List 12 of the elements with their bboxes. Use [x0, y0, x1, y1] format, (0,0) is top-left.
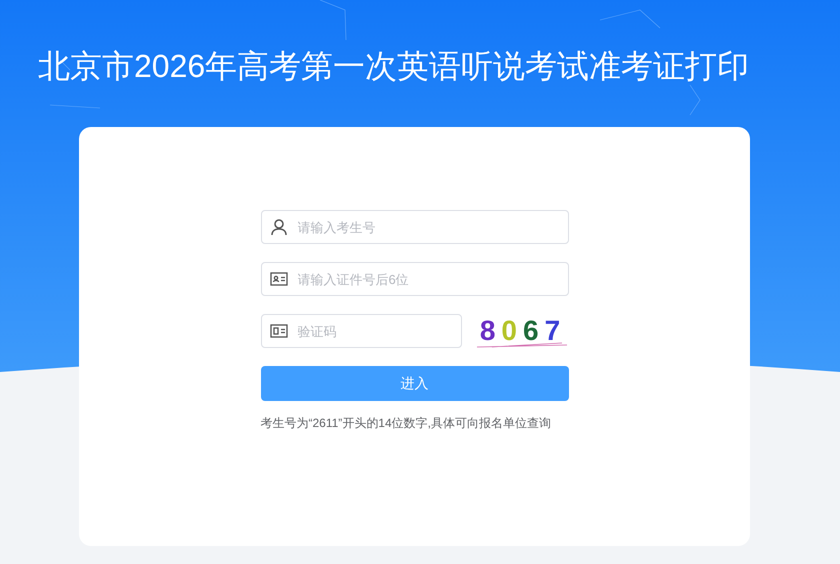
- user-icon: [270, 218, 288, 236]
- hint-text: 考生号为“2611”开头的14位数字,具体可向报名单位查询: [260, 415, 552, 432]
- input-field[interactable]: 请输入证件号后6位: [260, 262, 568, 296]
- input-field[interactable]: 请输入考生号: [260, 210, 568, 244]
- captcha-digit: 0: [501, 317, 517, 345]
- captcha-digit: 6: [523, 317, 539, 345]
- captcha-digit: 8: [480, 317, 496, 345]
- input-field[interactable]: 验证码: [260, 314, 462, 348]
- id-card-icon: [270, 272, 288, 286]
- page-title: 北京市2026年高考第一次英语听说考试准考证打印: [38, 47, 750, 86]
- captcha-digit: 7: [544, 317, 560, 345]
- card-icon: [270, 324, 288, 338]
